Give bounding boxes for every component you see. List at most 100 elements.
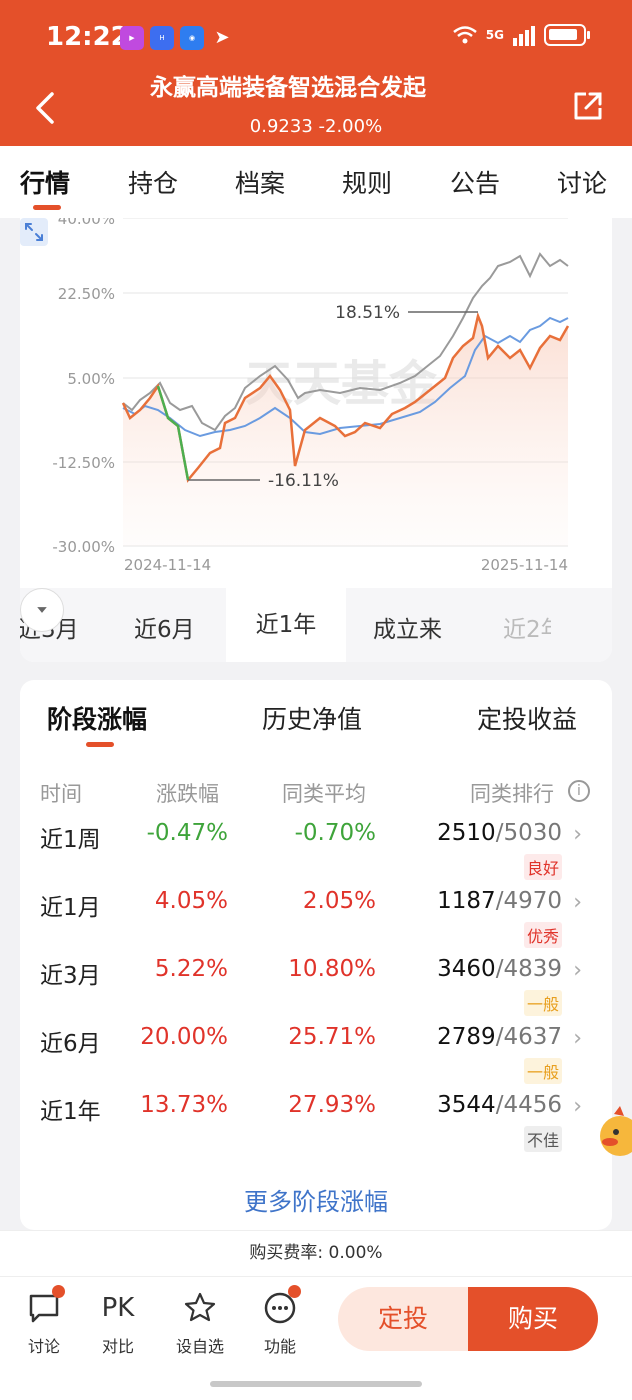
rank-number: 2789 <box>437 1024 496 1050</box>
signal-icon <box>513 26 535 46</box>
sip-button[interactable]: 定投 <box>338 1287 468 1351</box>
table-row[interactable]: 近1周 -0.47% -0.70% 2510/5030 › 良好 <box>20 820 612 888</box>
more-dots-icon <box>263 1285 301 1325</box>
video-app-icon: ▶ <box>120 26 144 50</box>
tab-discussion[interactable]: 讨论 <box>557 164 607 200</box>
row-category-avg: 2.05% <box>302 888 376 914</box>
nav-label: 讨论 <box>27 1337 60 1356</box>
row-rank: 2510/5030 <box>437 820 562 846</box>
notification-dot <box>288 1285 301 1298</box>
table-row[interactable]: 近3月 5.22% 10.80% 3460/4839 › 一般 <box>20 956 612 1024</box>
header-category-avg: 同类平均 <box>282 782 366 806</box>
share-icon[interactable] <box>572 90 604 122</box>
home-indicator[interactable] <box>210 1381 422 1387</box>
chevron-right-icon: › <box>573 1094 582 1119</box>
nav-label: 对比 <box>101 1337 134 1356</box>
rank-total: /5030 <box>495 820 562 846</box>
x-end-label: 2025-11-14 <box>481 556 568 574</box>
perf-tab-sip-returns[interactable]: 定投收益 <box>477 700 577 736</box>
header-change: 涨跌幅 <box>156 782 219 806</box>
nav-label: 设自选 <box>175 1337 224 1356</box>
row-change: -0.47% <box>146 820 228 846</box>
table-row[interactable]: 近6月 20.00% 25.71% 2789/4637 › 一般 <box>20 1024 612 1092</box>
nav-label: 功能 <box>263 1337 296 1356</box>
telegram-icon: ➤ <box>214 27 230 48</box>
table-row[interactable]: 近1年 13.73% 27.93% 3544/4456 › 不佳 <box>20 1092 612 1160</box>
y-tick-label: -12.50% <box>52 454 115 472</box>
perf-tab-stage-returns[interactable]: 阶段涨幅 <box>47 700 147 736</box>
nav-functions[interactable]: 功能 <box>250 1285 310 1357</box>
row-rank: 3544/4456 <box>437 1092 562 1118</box>
buy-button[interactable]: 购买 <box>468 1287 598 1351</box>
range-6m[interactable]: 近6月 <box>134 610 195 644</box>
y-tick-label: 40.00% <box>58 218 115 228</box>
wifi-icon <box>453 26 477 44</box>
row-category-avg: -0.70% <box>294 820 376 846</box>
y-tick-label: 22.50% <box>58 285 115 303</box>
rank-total: /4839 <box>495 956 562 982</box>
more-stage-returns-link[interactable]: 更多阶段涨幅 <box>20 1182 612 1217</box>
chevron-right-icon: › <box>573 1026 582 1051</box>
rank-number: 3544 <box>437 1092 496 1118</box>
star-plus-icon <box>183 1291 217 1325</box>
rank-badge: 良好 <box>523 854 562 880</box>
header-period: 时间 <box>40 782 82 806</box>
row-rank: 2789/4637 <box>437 1024 562 1050</box>
row-period: 近1年 <box>40 1099 101 1125</box>
mascot-icon[interactable] <box>594 1104 632 1166</box>
nav-compare[interactable]: PK 对比 <box>88 1285 148 1357</box>
nav-discussion[interactable]: 讨论 <box>14 1285 74 1357</box>
row-period: 近3月 <box>40 963 101 989</box>
row-change: 4.05% <box>154 888 228 914</box>
row-category-avg: 25.71% <box>288 1024 376 1050</box>
row-rank: 3460/4839 <box>437 956 562 982</box>
perf-tab-nav-history[interactable]: 历史净值 <box>262 700 362 736</box>
performance-card: 阶段涨幅 历史净值 定投收益 时间 涨跌幅 同类平均 同类排行 i 近1周 -0… <box>20 680 612 1230</box>
app-header: 12:22 ▶ H ◉ ➤ 5G 永赢高端装备智选混合发起 0.9233 -2.… <box>0 0 632 146</box>
network-type: 5G <box>485 28 504 42</box>
row-change: 13.73% <box>140 1092 228 1118</box>
row-category-avg: 10.80% <box>288 956 376 982</box>
range-selector: 近3月 近6月 近1年 成立来 近2年 <box>20 588 612 662</box>
range-since-inception[interactable]: 成立来 <box>373 610 442 644</box>
chevron-right-icon: › <box>573 890 582 915</box>
row-change: 20.00% <box>140 1024 228 1050</box>
row-change: 5.22% <box>154 956 228 982</box>
x-start-label: 2024-11-14 <box>124 556 211 574</box>
tab-active-indicator <box>33 205 61 210</box>
rank-badge: 一般 <box>523 1058 562 1084</box>
row-period: 近1周 <box>40 827 101 853</box>
table-row[interactable]: 近1月 4.05% 2.05% 1187/4970 › 优秀 <box>20 888 612 956</box>
row-period: 近6月 <box>40 1031 101 1057</box>
nav-watchlist[interactable]: 设自选 <box>170 1285 230 1357</box>
performance-chart[interactable]: 40.00% 22.50% 5.00% -12.50% -30.00% 天天基金… <box>20 218 612 588</box>
rank-total: /4637 <box>495 1024 562 1050</box>
chat-bubble-icon <box>27 1285 65 1325</box>
range-2y[interactable]: 近2年 <box>503 610 551 644</box>
tab-rules[interactable]: 规则 <box>342 164 392 200</box>
row-category-avg: 27.93% <box>288 1092 376 1118</box>
rank-badge: 一般 <box>523 990 562 1016</box>
rank-number: 1187 <box>437 888 496 914</box>
tab-holdings[interactable]: 持仓 <box>128 164 178 200</box>
fund-title: 永赢高端装备智选混合发起 <box>150 75 426 101</box>
info-icon[interactable]: i <box>568 780 590 802</box>
row-period: 近1月 <box>40 895 101 921</box>
chart-card: 40.00% 22.50% 5.00% -12.50% -30.00% 天天基金… <box>20 218 612 662</box>
range-1y[interactable]: 近1年 <box>226 588 346 662</box>
chevron-right-icon: › <box>573 958 582 983</box>
rank-number: 3460 <box>437 956 496 982</box>
rank-badge: 优秀 <box>523 922 562 948</box>
rank-total: /4456 <box>495 1092 562 1118</box>
camera-app-icon: ◉ <box>180 26 204 50</box>
row-rank: 1187/4970 <box>437 888 562 914</box>
tab-market[interactable]: 行情 <box>20 164 70 200</box>
status-time: 12:22 <box>46 22 129 52</box>
tab-profile[interactable]: 档案 <box>235 164 285 200</box>
y-tick-label: 5.00% <box>67 370 115 388</box>
chevron-down-icon[interactable] <box>20 588 64 632</box>
rank-badge: 不佳 <box>523 1126 562 1152</box>
expand-icon[interactable] <box>20 218 48 246</box>
tab-announcements[interactable]: 公告 <box>450 164 500 200</box>
fund-nav-change: 0.9233 -2.00% <box>249 116 383 137</box>
